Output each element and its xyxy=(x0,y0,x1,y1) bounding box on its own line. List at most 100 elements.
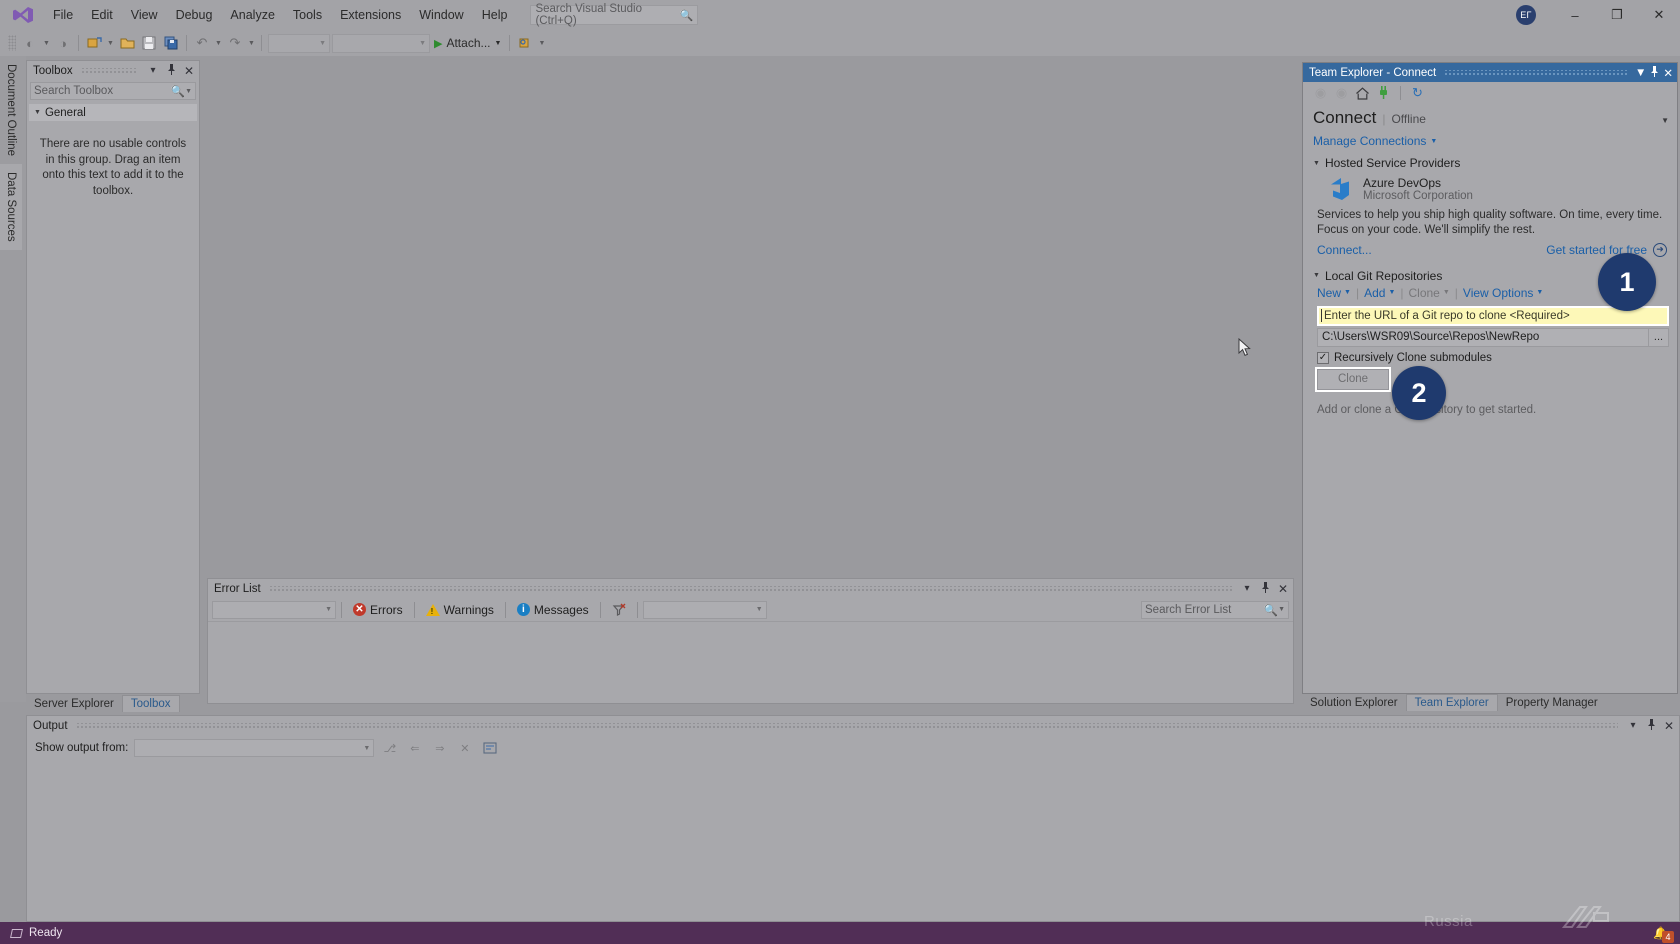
tab-server-explorer[interactable]: Server Explorer xyxy=(26,695,122,712)
menu-item-file[interactable]: File xyxy=(44,5,82,25)
manage-connections-link[interactable]: Manage Connections ▼ xyxy=(1303,130,1677,154)
menu-item-view[interactable]: View xyxy=(122,5,167,25)
chevron-down-icon[interactable]: ▼ xyxy=(1430,138,1437,145)
navigate-forward-icon[interactable]: ◉ xyxy=(1332,84,1351,103)
filter-messages-button[interactable]: i Messages xyxy=(511,600,595,619)
close-icon[interactable]: ✕ xyxy=(182,64,196,78)
tab-toolbox[interactable]: Toolbox xyxy=(121,695,180,712)
pin-icon[interactable] xyxy=(1258,581,1272,596)
plug-icon[interactable] xyxy=(1374,84,1393,103)
filter-errors-button[interactable]: ✕ Errors xyxy=(347,600,409,619)
menu-item-analyze[interactable]: Analyze xyxy=(221,5,283,25)
tab-team-explorer[interactable]: Team Explorer xyxy=(1405,694,1498,711)
menu-item-debug[interactable]: Debug xyxy=(167,5,222,25)
filter-warnings-button[interactable]: Warnings xyxy=(420,600,500,619)
chevron-down-icon[interactable]: ▼ xyxy=(1661,116,1669,125)
minimize-button[interactable]: – xyxy=(1554,0,1596,30)
navigate-backward-icon[interactable]: ◐ xyxy=(19,32,41,54)
attach-dropdown-icon[interactable]: ▼ xyxy=(495,40,502,47)
menu-item-edit[interactable]: Edit xyxy=(82,5,122,25)
close-icon[interactable]: ✕ xyxy=(1276,582,1290,596)
quick-launch-icon[interactable] xyxy=(514,32,536,54)
solution-platform-combo[interactable]: ▼ xyxy=(332,33,430,53)
git-view-options-button[interactable]: View Options xyxy=(1463,286,1533,300)
undo-dropdown-icon[interactable]: ▼ xyxy=(213,32,224,54)
chevron-down-icon[interactable]: ▼ xyxy=(1278,606,1285,613)
arrow-right-icon[interactable]: ➜ xyxy=(1653,242,1667,257)
clear-filter-icon[interactable] xyxy=(606,600,632,619)
toggle-word-wrap-icon[interactable] xyxy=(480,739,499,758)
toolbar-overflow-icon[interactable]: ▼ xyxy=(536,32,547,54)
checkbox-icon[interactable]: ✓ xyxy=(1317,351,1329,364)
attach-button[interactable]: ▶ Attach... ▼ xyxy=(430,32,505,54)
close-icon[interactable]: ✕ xyxy=(1663,66,1673,80)
restore-button[interactable]: ❐ xyxy=(1596,0,1638,30)
pin-icon[interactable] xyxy=(1650,65,1659,80)
chevron-down-icon[interactable]: ▼ xyxy=(1635,67,1646,79)
sidebar-item-document-outline[interactable]: Document Outline xyxy=(0,56,22,164)
error-scope-combo[interactable]: ▼ xyxy=(212,600,336,619)
toolbar-grip[interactable] xyxy=(8,35,16,51)
drag-handle[interactable] xyxy=(75,722,1618,729)
clone-button[interactable]: Clone xyxy=(1315,366,1391,392)
navigate-backward-dropdown-icon[interactable]: ▼ xyxy=(41,32,52,54)
clone-path-input[interactable]: C:\Users\WSR09\Source\Repos\NewRepo xyxy=(1317,327,1649,347)
home-icon[interactable] xyxy=(1353,84,1372,103)
provider-azure-devops[interactable]: Azure DevOps Microsoft Corporation xyxy=(1303,172,1677,204)
avatar[interactable]: ЕГ xyxy=(1516,5,1536,25)
menu-item-help[interactable]: Help xyxy=(473,5,517,25)
refresh-icon[interactable]: ↻ xyxy=(1408,84,1427,103)
search-input[interactable]: Search Visual Studio (Ctrl+Q) 🔍 xyxy=(530,3,699,27)
chevron-down-icon[interactable]: ▾ xyxy=(1626,720,1640,731)
browse-folder-button[interactable]: ... xyxy=(1649,327,1669,347)
drag-handle[interactable] xyxy=(80,67,138,74)
close-icon[interactable]: ✕ xyxy=(1662,719,1676,733)
sidebar-item-data-sources[interactable]: Data Sources xyxy=(0,164,22,250)
new-project-dropdown-icon[interactable]: ▼ xyxy=(105,32,116,54)
redo-icon[interactable]: ↷ xyxy=(224,32,246,54)
toolbox-group-general[interactable]: ▼ General xyxy=(29,104,197,121)
output-source-combo[interactable]: ▼ xyxy=(134,739,375,757)
error-list-search-input[interactable]: Search Error List 🔍 ▼ xyxy=(1141,600,1289,619)
drag-handle[interactable] xyxy=(268,585,1232,592)
open-file-icon[interactable] xyxy=(116,32,138,54)
search-placeholder: Search Error List xyxy=(1145,603,1232,616)
tab-solution-explorer[interactable]: Solution Explorer xyxy=(1302,694,1406,711)
new-project-icon[interactable] xyxy=(83,32,105,54)
drag-handle[interactable] xyxy=(1444,69,1627,76)
chevron-down-icon[interactable]: ▼ xyxy=(1344,289,1351,296)
toolbox-search-input[interactable]: Search Toolbox 🔍 ▼ xyxy=(30,82,196,100)
undo-icon[interactable]: ↶ xyxy=(191,32,213,54)
chevron-down-icon[interactable]: ▼ xyxy=(1388,289,1395,296)
navigate-back-icon[interactable]: ◉ xyxy=(1311,84,1330,103)
chevron-down-icon[interactable]: ▼ xyxy=(185,88,192,95)
menu-item-tools[interactable]: Tools xyxy=(284,5,331,25)
tab-property-manager[interactable]: Property Manager xyxy=(1498,694,1606,711)
pin-icon[interactable] xyxy=(1644,718,1658,733)
pin-icon[interactable] xyxy=(164,63,178,78)
solution-configuration-combo[interactable]: ▼ xyxy=(268,33,330,53)
find-message-icon[interactable]: ⎇ xyxy=(380,739,399,758)
chevron-down-icon[interactable]: ▾ xyxy=(1240,583,1254,594)
clear-all-icon[interactable]: ✕ xyxy=(455,739,474,758)
go-to-previous-icon[interactable]: ⇐ xyxy=(405,739,424,758)
build-filter-combo[interactable]: ▼ xyxy=(642,600,767,619)
go-to-next-icon[interactable]: ⇒ xyxy=(430,739,449,758)
git-new-button[interactable]: New xyxy=(1317,286,1341,300)
menu-item-window[interactable]: Window xyxy=(410,5,472,25)
menu-item-extensions[interactable]: Extensions xyxy=(331,5,410,25)
chevron-down-icon[interactable]: ▾ xyxy=(146,65,160,76)
save-icon[interactable] xyxy=(138,32,160,54)
recursive-clone-checkbox-row[interactable]: ✓ Recursively Clone submodules xyxy=(1317,351,1669,364)
git-clone-button[interactable]: Clone xyxy=(1409,286,1440,300)
connect-link[interactable]: Connect... xyxy=(1317,243,1372,257)
section-hosted-service-providers[interactable]: ▼ Hosted Service Providers xyxy=(1303,154,1677,172)
chevron-down-icon[interactable]: ▼ xyxy=(1443,289,1450,296)
notifications-button[interactable]: 🔔 4 xyxy=(1653,926,1674,943)
navigate-forward-icon[interactable]: ◑ xyxy=(52,32,74,54)
redo-dropdown-icon[interactable]: ▼ xyxy=(246,32,257,54)
save-all-icon[interactable] xyxy=(160,32,182,54)
close-button[interactable]: ✕ xyxy=(1638,0,1680,30)
git-add-button[interactable]: Add xyxy=(1364,286,1385,300)
chevron-down-icon[interactable]: ▼ xyxy=(1536,289,1543,296)
